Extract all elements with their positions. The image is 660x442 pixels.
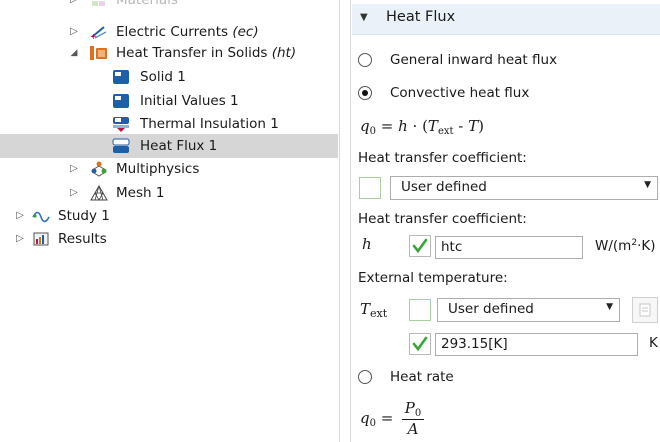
checkmark-icon — [412, 336, 428, 352]
tree-item-results[interactable]: ▷ Results — [0, 227, 338, 251]
tree-item-heat-flux-1[interactable]: Heat Flux 1 — [0, 134, 338, 158]
heat-transfer-icon — [90, 45, 108, 61]
input-value: 293.15[K] — [441, 336, 508, 352]
tree-item-label: Solid 1 — [140, 69, 186, 85]
chevron-down-icon: ▼ — [360, 12, 368, 23]
dropdown-value: User defined — [448, 301, 534, 317]
tree-item-label: Heat Flux 1 — [140, 138, 218, 154]
tree-item-label: Thermal Insulation 1 — [140, 116, 279, 132]
tree-item-label: Mesh 1 — [116, 185, 165, 201]
section-header-heat-flux[interactable]: ▼ Heat Flux — [352, 4, 660, 35]
expand-icon[interactable]: ▷ — [68, 181, 80, 205]
domain-feature-icon — [112, 93, 130, 109]
model-builder-tree: ▷ Materials ▷ + Electric Currents (ec) ◢… — [0, 0, 338, 442]
section-title: Heat Flux — [386, 9, 456, 25]
tree-item-thermal-insulation-1[interactable]: Thermal Insulation 1 — [0, 112, 338, 136]
boundary-feature-icon — [112, 138, 130, 154]
results-icon — [32, 231, 50, 247]
tree-item-label: Multiphysics — [116, 161, 200, 177]
function-picker-button[interactable] — [632, 297, 658, 323]
panel-splitter[interactable] — [338, 0, 352, 442]
ext-temp-unit: K — [649, 335, 658, 351]
radio-label: General inward heat flux — [390, 52, 558, 68]
tree-item-label: Materials — [116, 0, 178, 8]
htc-checkbox[interactable] — [409, 235, 431, 257]
heat-rate-equation: q0 = P0 A — [360, 399, 440, 439]
svg-text:+: + — [90, 32, 97, 40]
tree-item-study-1[interactable]: ▷ Study 1 — [0, 204, 338, 228]
tree-item-heat-transfer-in-solids[interactable]: ◢ Heat Transfer in Solids (ht) — [0, 41, 338, 65]
radio-button[interactable] — [358, 53, 372, 67]
expand-icon[interactable]: ▷ — [68, 157, 80, 181]
convective-flux-equation: q0 = h · (Text - T) — [360, 117, 484, 137]
radio-button[interactable] — [358, 86, 372, 100]
htc-type-checkbox[interactable] — [359, 177, 381, 199]
domain-feature-icon — [112, 69, 130, 85]
materials-icon — [90, 0, 108, 8]
radio-general-inward-heat-flux[interactable]: General inward heat flux — [358, 49, 648, 71]
boundary-feature-icon — [112, 116, 130, 132]
input-value: htc — [441, 239, 463, 255]
radio-button[interactable] — [358, 370, 372, 384]
expand-icon[interactable]: ▷ — [68, 0, 80, 12]
ext-temp-checkbox[interactable] — [409, 333, 431, 355]
settings-panel: ▼ Heat Flux General inward heat flux Con… — [352, 0, 660, 442]
dropdown-value: User defined — [401, 179, 487, 195]
tree-item-label: Results — [58, 231, 107, 247]
tree-item-solid-1[interactable]: Solid 1 — [0, 65, 338, 89]
htc-symbol: h — [362, 235, 372, 253]
htc-unit: W/(m2·K) — [595, 238, 656, 254]
tree-item-label: Initial Values 1 — [140, 93, 239, 109]
tree-item-label: Study 1 — [58, 208, 110, 224]
tree-item-materials[interactable]: ▷ Materials — [0, 0, 338, 12]
function-picker-icon — [639, 303, 651, 317]
ext-temp-symbol: Text — [360, 300, 388, 320]
htc-type-label: Heat transfer coefficient: — [358, 150, 527, 166]
ext-temp-label: External temperature: — [358, 270, 508, 286]
expand-icon[interactable]: ▷ — [14, 204, 26, 228]
tree-item-initial-values-1[interactable]: Initial Values 1 — [0, 89, 338, 113]
tree-item-mesh-1[interactable]: ▷ Mesh 1 — [0, 181, 338, 205]
expand-icon[interactable]: ▷ — [14, 227, 26, 251]
radio-label: Heat rate — [390, 369, 454, 385]
htc-label: Heat transfer coefficient: — [358, 211, 527, 227]
radio-label: Convective heat flux — [390, 85, 530, 101]
study-icon — [32, 208, 50, 224]
dropdown-arrow-icon: ▼ — [606, 302, 613, 312]
mesh-icon — [90, 184, 108, 201]
radio-heat-rate[interactable]: Heat rate — [358, 366, 648, 388]
tree-item-label: Heat Transfer in Solids (ht) — [116, 45, 297, 61]
htc-input[interactable]: htc — [435, 236, 583, 259]
collapse-icon[interactable]: ◢ — [68, 41, 80, 65]
electric-currents-icon: + — [90, 24, 108, 41]
htc-type-dropdown[interactable]: User defined ▼ — [390, 176, 658, 200]
tree-item-multiphysics[interactable]: ▷ Multiphysics — [0, 157, 338, 181]
ext-temp-type-checkbox[interactable] — [409, 299, 431, 321]
ext-temp-input[interactable]: 293.15[K] — [435, 333, 638, 356]
radio-convective-heat-flux[interactable]: Convective heat flux — [358, 82, 648, 104]
multiphysics-icon — [90, 161, 108, 177]
checkmark-icon — [412, 238, 428, 254]
dropdown-arrow-icon: ▼ — [644, 180, 651, 190]
ext-temp-type-dropdown[interactable]: User defined ▼ — [437, 298, 620, 322]
